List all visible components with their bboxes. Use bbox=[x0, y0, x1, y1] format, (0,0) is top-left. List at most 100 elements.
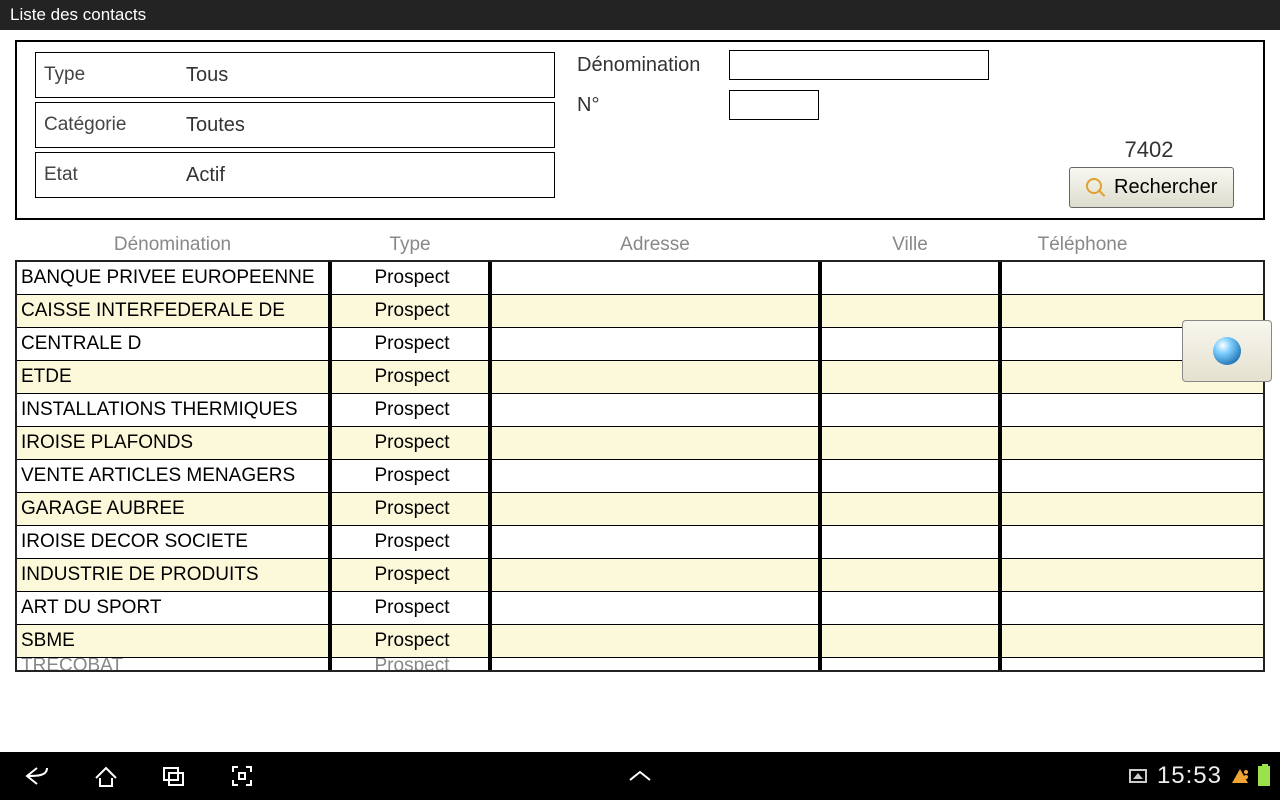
type-value: Tous bbox=[186, 64, 228, 87]
results-table[interactable]: BANQUE PRIVEE EUROPEENNEProspectCAISSE I… bbox=[15, 260, 1265, 672]
table-row[interactable]: GARAGE AUBREEProspect bbox=[17, 493, 1263, 526]
col-denomination: Dénomination bbox=[15, 234, 330, 256]
cell-ville bbox=[822, 658, 1002, 672]
cell-ville bbox=[822, 361, 1002, 393]
cell-addr bbox=[492, 526, 822, 558]
globe-button[interactable] bbox=[1182, 320, 1272, 382]
cell-tel bbox=[1002, 526, 1263, 558]
cell-denom: ETDE bbox=[17, 361, 332, 393]
cell-ville bbox=[822, 295, 1002, 327]
cell-denom: CENTRALE D bbox=[17, 328, 332, 360]
cell-type: Prospect bbox=[332, 658, 492, 672]
number-input[interactable] bbox=[729, 90, 819, 120]
result-count: 7402 bbox=[1069, 137, 1229, 163]
state-filter[interactable]: Etat Actif bbox=[35, 152, 555, 198]
cell-tel bbox=[1002, 658, 1263, 672]
category-label: Catégorie bbox=[36, 114, 186, 136]
cell-denom: VENTE ARTICLES MENAGERS bbox=[17, 460, 332, 492]
table-row[interactable]: ART DU SPORTProspect bbox=[17, 592, 1263, 625]
cell-tel bbox=[1002, 394, 1263, 426]
cell-addr bbox=[492, 460, 822, 492]
cell-type: Prospect bbox=[332, 328, 492, 360]
col-adresse: Adresse bbox=[490, 234, 820, 256]
cell-type: Prospect bbox=[332, 493, 492, 525]
cell-type: Prospect bbox=[332, 625, 492, 657]
cell-addr bbox=[492, 658, 822, 672]
number-label: N° bbox=[577, 94, 729, 117]
denomination-input[interactable] bbox=[729, 50, 989, 80]
table-row[interactable]: IROISE PLAFONDSProspect bbox=[17, 427, 1263, 460]
cell-tel bbox=[1002, 559, 1263, 591]
cell-ville bbox=[822, 460, 1002, 492]
cell-addr bbox=[492, 592, 822, 624]
cell-tel bbox=[1002, 427, 1263, 459]
cell-tel bbox=[1002, 493, 1263, 525]
cell-denom: GARAGE AUBREE bbox=[17, 493, 332, 525]
globe-icon bbox=[1213, 337, 1241, 365]
wifi-icon bbox=[1232, 769, 1248, 783]
table-row[interactable]: INSTALLATIONS THERMIQUESProspect bbox=[17, 394, 1263, 427]
cell-addr bbox=[492, 295, 822, 327]
table-headers: Dénomination Type Adresse Ville Téléphon… bbox=[15, 230, 1265, 260]
category-filter[interactable]: Catégorie Toutes bbox=[35, 102, 555, 148]
cell-addr bbox=[492, 328, 822, 360]
search-button[interactable]: Rechercher bbox=[1069, 167, 1234, 208]
cell-addr bbox=[492, 262, 822, 294]
battery-icon bbox=[1258, 766, 1270, 786]
table-row[interactable]: INDUSTRIE DE PRODUITSProspect bbox=[17, 559, 1263, 592]
table-row[interactable]: CAISSE INTERFEDERALE DEProspect bbox=[17, 295, 1263, 328]
cell-tel bbox=[1002, 625, 1263, 657]
cell-denom: IROISE DECOR SOCIETE bbox=[17, 526, 332, 558]
denomination-label: Dénomination bbox=[577, 54, 729, 77]
cell-type: Prospect bbox=[332, 559, 492, 591]
table-row[interactable]: VENTE ARTICLES MENAGERSProspect bbox=[17, 460, 1263, 493]
cell-ville bbox=[822, 526, 1002, 558]
cell-type: Prospect bbox=[332, 427, 492, 459]
type-filter[interactable]: Type Tous bbox=[35, 52, 555, 98]
state-label: Etat bbox=[36, 164, 186, 186]
back-icon[interactable] bbox=[22, 760, 54, 792]
col-ville: Ville bbox=[820, 234, 1000, 256]
table-row[interactable]: ETDEProspect bbox=[17, 361, 1263, 394]
col-type: Type bbox=[330, 234, 490, 256]
page-title: Liste des contacts bbox=[0, 0, 1280, 30]
cell-type: Prospect bbox=[332, 361, 492, 393]
cell-denom: BANQUE PRIVEE EUROPEENNE bbox=[17, 262, 332, 294]
cell-addr bbox=[492, 361, 822, 393]
cell-addr bbox=[492, 625, 822, 657]
table-row[interactable]: BANQUE PRIVEE EUROPEENNEProspect bbox=[17, 262, 1263, 295]
category-value: Toutes bbox=[186, 114, 245, 137]
chevron-up-icon[interactable] bbox=[624, 760, 656, 792]
cell-ville bbox=[822, 559, 1002, 591]
cell-ville bbox=[822, 427, 1002, 459]
col-telephone: Téléphone bbox=[1000, 234, 1165, 256]
cell-type: Prospect bbox=[332, 592, 492, 624]
clock: 15:53 bbox=[1157, 762, 1222, 790]
picture-icon bbox=[1129, 769, 1147, 783]
type-label: Type bbox=[36, 64, 186, 86]
search-button-label: Rechercher bbox=[1114, 176, 1217, 199]
cell-ville bbox=[822, 625, 1002, 657]
table-row[interactable]: IROISE DECOR SOCIETEProspect bbox=[17, 526, 1263, 559]
table-row[interactable]: TRECOBATProspect bbox=[17, 658, 1263, 672]
table-row[interactable]: CENTRALE DProspect bbox=[17, 328, 1263, 361]
table-row[interactable]: SBMEProspect bbox=[17, 625, 1263, 658]
cell-type: Prospect bbox=[332, 262, 492, 294]
cell-denom: CAISSE INTERFEDERALE DE bbox=[17, 295, 332, 327]
state-value: Actif bbox=[186, 164, 225, 187]
screenshot-icon[interactable] bbox=[226, 760, 258, 792]
android-navbar: 15:53 bbox=[0, 752, 1280, 800]
cell-denom: ART DU SPORT bbox=[17, 592, 332, 624]
cell-addr bbox=[492, 427, 822, 459]
cell-ville bbox=[822, 592, 1002, 624]
cell-denom: SBME bbox=[17, 625, 332, 657]
home-icon[interactable] bbox=[90, 760, 122, 792]
cell-ville bbox=[822, 493, 1002, 525]
cell-denom: TRECOBAT bbox=[17, 658, 332, 672]
cell-type: Prospect bbox=[332, 526, 492, 558]
cell-tel bbox=[1002, 262, 1263, 294]
cell-type: Prospect bbox=[332, 295, 492, 327]
recent-apps-icon[interactable] bbox=[158, 760, 190, 792]
cell-tel bbox=[1002, 592, 1263, 624]
cell-tel bbox=[1002, 460, 1263, 492]
